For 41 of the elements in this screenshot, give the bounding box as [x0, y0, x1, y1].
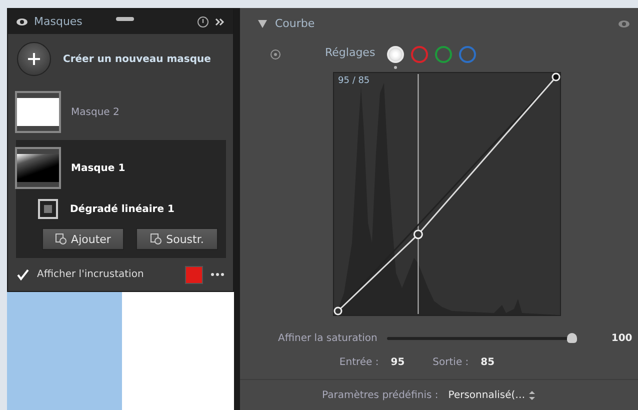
selected-mask-group[interactable]: Masque 1 Dégradé linéaire 1 Ajouter Soustr.	[16, 140, 226, 258]
create-mask-label: Créer un nouveau masque	[63, 54, 211, 64]
adjust-label: Réglages	[325, 46, 376, 59]
selection-dot	[394, 66, 398, 69]
more-button[interactable]	[211, 273, 224, 276]
info-icon[interactable]	[197, 16, 209, 28]
section-title: Courbe	[275, 17, 315, 30]
presets-label: Paramètres prédéfinis :	[322, 390, 438, 401]
mask-thumbnail[interactable]	[17, 93, 59, 131]
up-down-arrows-icon	[529, 390, 536, 400]
saturation-value: 100	[611, 332, 632, 344]
collapse-icon[interactable]	[215, 16, 225, 26]
slider-thumb[interactable]	[566, 333, 576, 344]
mask-name[interactable]: Masque 1	[71, 162, 126, 174]
mask-name[interactable]: Masque 2	[71, 106, 120, 118]
mask-thumbnail[interactable]	[17, 149, 59, 187]
drag-handle[interactable]	[116, 17, 134, 21]
subtract-shape-icon	[150, 233, 162, 245]
saturation-label: Affiner la saturation	[278, 332, 378, 344]
input-label: Entrée :	[339, 356, 379, 368]
preset-dropdown[interactable]: Personnalisé(…	[448, 390, 536, 401]
plus-icon	[27, 52, 41, 66]
disclosure-triangle-icon[interactable]	[258, 20, 267, 28]
subtract-button[interactable]: Soustr.	[136, 228, 218, 250]
overlay-color-swatch[interactable]	[185, 266, 203, 284]
mask-component-name[interactable]: Dégradé linéaire 1	[70, 204, 174, 214]
input-value: 95	[390, 356, 405, 368]
overlay-label: Afficher l'incrustation	[37, 269, 144, 280]
mask-group[interactable]: Masque 2	[16, 84, 226, 140]
output-value: 85	[480, 356, 495, 368]
add-mask-button[interactable]	[17, 42, 51, 76]
target-icon[interactable]	[270, 48, 281, 60]
control-point[interactable]	[413, 229, 423, 239]
gradient-tool-icon[interactable]	[38, 199, 58, 219]
add-shape-icon	[55, 233, 68, 245]
eye-icon[interactable]	[16, 18, 28, 26]
overlay-checkbox[interactable]	[17, 268, 29, 280]
panel-title: Masques	[34, 15, 82, 28]
output-label: Sortie :	[432, 356, 469, 368]
add-button[interactable]: Ajouter	[42, 228, 124, 250]
curve-readout: 95 / 85	[338, 76, 370, 86]
